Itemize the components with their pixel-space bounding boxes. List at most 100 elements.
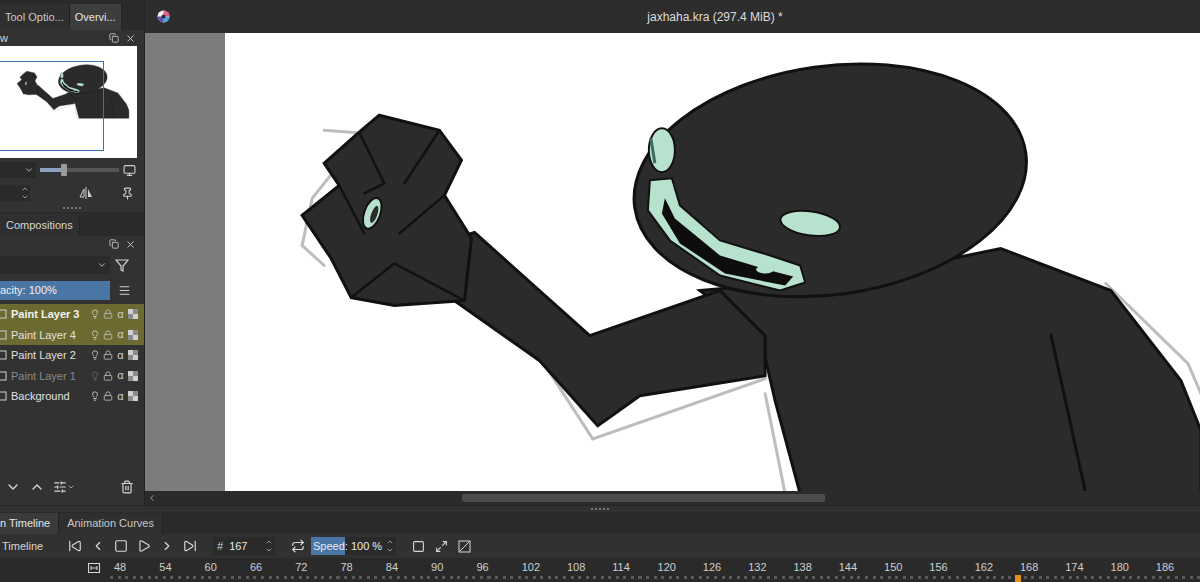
- ruler-label: 84: [386, 559, 431, 576]
- layer-name[interactable]: Background: [11, 388, 87, 405]
- overview-thumbnail[interactable]: [0, 46, 137, 158]
- timeline-tab[interactable]: n Timeline: [0, 513, 59, 534]
- timeline-tabs: n TimelineAnimation Curves: [0, 512, 1200, 534]
- alpha-lock-icon[interactable]: α: [116, 391, 125, 402]
- dock-tab[interactable]: Tool Optio...: [0, 4, 70, 30]
- layer-name[interactable]: Paint Layer 1: [11, 368, 87, 385]
- pin-icon[interactable]: [121, 187, 134, 200]
- zoom-fit-icon[interactable]: [88, 563, 100, 573]
- drop-frames-icon[interactable]: [435, 540, 448, 553]
- rotation-arrows[interactable]: [21, 185, 29, 201]
- close-icon[interactable]: [125, 239, 136, 250]
- monitor-icon[interactable]: [123, 164, 136, 177]
- zoom-dropdown[interactable]: [0, 162, 36, 178]
- decrease-icon[interactable]: [21, 193, 29, 201]
- canvas[interactable]: [225, 33, 1200, 491]
- increase-icon[interactable]: [265, 538, 273, 546]
- layer-row[interactable]: Paint Layer 3 α: [0, 304, 144, 325]
- float-icon[interactable]: [109, 239, 119, 249]
- ruler-label: 108: [567, 559, 612, 576]
- alpha-lock-icon[interactable]: α: [116, 350, 125, 361]
- delete-layer-icon[interactable]: [120, 480, 134, 494]
- ruler-label: 132: [748, 559, 793, 576]
- inherit-alpha-icon[interactable]: [128, 371, 138, 381]
- increase-icon[interactable]: [21, 185, 29, 193]
- zoom-handle[interactable]: [61, 164, 67, 176]
- inherit-alpha-icon[interactable]: [128, 309, 138, 319]
- visibility-icon[interactable]: [90, 309, 100, 319]
- float-icon[interactable]: [109, 33, 119, 43]
- onion-skin-icon[interactable]: [412, 540, 425, 553]
- view-rectangle[interactable]: [0, 61, 104, 151]
- frame-arrows[interactable]: [265, 538, 273, 554]
- lock-icon[interactable]: [103, 371, 113, 381]
- ruler-label: 174: [1065, 559, 1110, 576]
- dock-tab[interactable]: Overvi...: [70, 4, 122, 30]
- frame-ruler[interactable]: 4854606672788490961021081141201261321381…: [0, 558, 1200, 582]
- lock-icon[interactable]: [103, 350, 113, 360]
- mirror-icon[interactable]: [79, 186, 93, 200]
- lock-icon[interactable]: [103, 330, 113, 340]
- layer-row[interactable]: Paint Layer 4 α: [0, 325, 144, 346]
- layer-type-icon: [0, 330, 8, 340]
- alpha-lock-icon[interactable]: α: [116, 329, 125, 340]
- opacity-slider[interactable]: acity: 100%: [0, 281, 110, 300]
- visibility-icon[interactable]: [90, 330, 100, 340]
- alpha-lock-icon[interactable]: α: [116, 309, 125, 320]
- timeline-tab[interactable]: Animation Curves: [59, 513, 163, 534]
- compositions-tab[interactable]: Compositions: [0, 214, 80, 236]
- close-icon[interactable]: [125, 33, 136, 44]
- move-up-icon[interactable]: [29, 479, 45, 495]
- play-icon[interactable]: [137, 539, 151, 553]
- layer-row[interactable]: Background α: [0, 386, 144, 407]
- next-frame-icon[interactable]: [160, 539, 174, 553]
- layer-name[interactable]: Paint Layer 3: [11, 306, 87, 323]
- last-frame-icon[interactable]: [183, 539, 197, 553]
- visibility-icon[interactable]: [90, 391, 100, 401]
- first-frame-icon[interactable]: [68, 539, 82, 553]
- decrease-icon[interactable]: [265, 546, 273, 554]
- rotation-spinbox[interactable]: [0, 185, 30, 201]
- visibility-icon[interactable]: [90, 350, 100, 360]
- stop-icon[interactable]: [114, 539, 128, 553]
- zoom-slider[interactable]: [40, 168, 119, 172]
- filter-icon[interactable]: [115, 258, 129, 272]
- speed-arrows[interactable]: [386, 538, 394, 554]
- frame-value[interactable]: 167: [229, 538, 259, 555]
- rotation-row: [0, 182, 144, 204]
- dropdown-icon[interactable]: [24, 165, 34, 175]
- scroll-left-icon[interactable]: [147, 493, 157, 503]
- character-drawing: [225, 33, 1200, 491]
- inherit-alpha-icon[interactable]: [128, 391, 138, 401]
- inherit-alpha-icon[interactable]: [128, 330, 138, 340]
- ruler-labels: 4854606672788490961021081141201261321381…: [0, 558, 1200, 576]
- layer-menu-icon[interactable]: [118, 284, 131, 297]
- properties-menu-icon[interactable]: [67, 483, 75, 491]
- dropdown-icon[interactable]: [97, 260, 107, 270]
- layer-name[interactable]: Paint Layer 2: [11, 347, 87, 364]
- properties-icon[interactable]: [53, 480, 67, 494]
- layer-list: Paint Layer 3αPaint Layer 4αPaint Layer …: [0, 302, 144, 407]
- move-down-icon[interactable]: [5, 479, 21, 495]
- horizontal-scrollbar[interactable]: [145, 491, 1200, 505]
- lock-icon[interactable]: [103, 391, 113, 401]
- increase-icon[interactable]: [386, 538, 394, 546]
- loop-icon[interactable]: [291, 539, 305, 553]
- no-audio-icon[interactable]: [458, 540, 471, 553]
- playhead[interactable]: [1015, 575, 1021, 582]
- previous-frame-icon[interactable]: [91, 539, 105, 553]
- inherit-alpha-icon[interactable]: [128, 350, 138, 360]
- visibility-icon[interactable]: [90, 371, 100, 381]
- speed-spinbox[interactable]: Speed: 100 %: [311, 537, 396, 555]
- lock-icon[interactable]: [103, 309, 113, 319]
- alpha-lock-icon[interactable]: α: [116, 370, 125, 381]
- layer-name[interactable]: Paint Layer 4: [11, 327, 87, 344]
- krita-window: Tool Optio...Overvi...wCompositionsacity…: [0, 0, 1200, 582]
- dock-handle[interactable]: [0, 204, 144, 212]
- layer-row[interactable]: Paint Layer 1 α: [0, 366, 144, 387]
- frame-spinbox[interactable]: #167: [213, 537, 275, 555]
- decrease-icon[interactable]: [386, 546, 394, 554]
- layer-row[interactable]: Paint Layer 2 α: [0, 345, 144, 366]
- composite-dropdown[interactable]: [0, 256, 110, 274]
- scroll-thumb[interactable]: [462, 494, 825, 502]
